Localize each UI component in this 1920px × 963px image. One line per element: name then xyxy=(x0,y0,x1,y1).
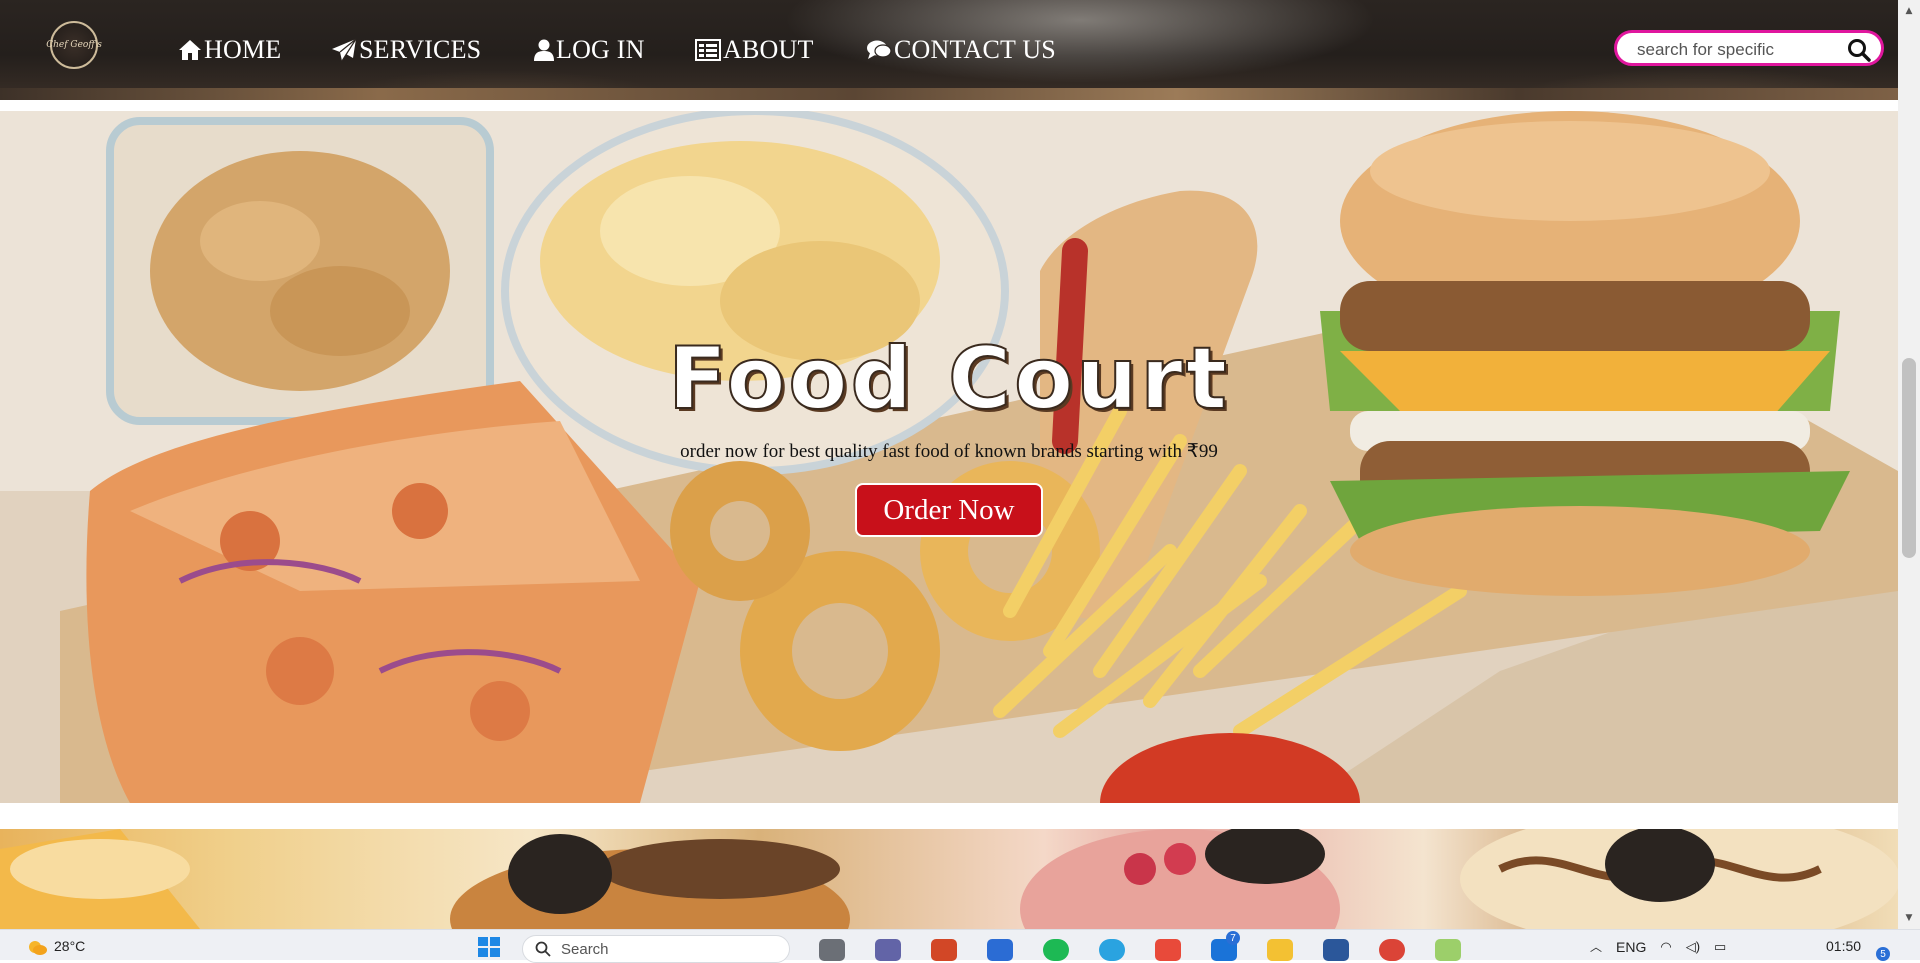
dessert-image xyxy=(0,829,1898,929)
nav-item-about[interactable]: ABOUT xyxy=(695,33,814,67)
nav-item-contact[interactable]: CONTACT US xyxy=(866,33,1056,67)
diamond-app-icon xyxy=(1155,939,1181,961)
taskbar-app-word[interactable] xyxy=(1314,935,1358,961)
nav-item-login[interactable]: LOG IN xyxy=(534,33,645,67)
taskbar-app-spotify[interactable] xyxy=(1034,935,1078,961)
clock-time[interactable]: 01:50 xyxy=(1826,938,1861,954)
nav-item-services-label: SERVICES xyxy=(359,35,482,64)
nav-item-services[interactable]: SERVICES xyxy=(331,33,481,67)
nav-item-login-label: LOG IN xyxy=(556,35,645,64)
battery-icon[interactable]: ▭ xyxy=(1714,939,1726,955)
weather-widget[interactable]: 28°C xyxy=(26,936,85,956)
taskbar-search-icon xyxy=(535,941,551,957)
taskbar-app-powerpoint[interactable] xyxy=(922,935,966,961)
mail-badge: 7 xyxy=(1226,931,1240,945)
weather-temperature: 28°C xyxy=(54,938,86,954)
nav-item-home[interactable]: HOME xyxy=(178,33,281,67)
scroll-down-arrow-icon[interactable]: ▼ xyxy=(1898,909,1920,927)
taskbar-app-telegram[interactable] xyxy=(1090,935,1134,961)
taskbar-app-file-explorer[interactable] xyxy=(1258,935,1302,961)
taskbar-app-diamond[interactable] xyxy=(1146,935,1190,961)
order-now-button[interactable]: Order Now xyxy=(855,483,1043,537)
app-icon xyxy=(1435,939,1461,961)
windows-taskbar: 28°C Search 7 ︿ ENG ◠ ◁) ▭ 01:50 5 xyxy=(0,929,1920,963)
search-icon[interactable] xyxy=(1847,38,1871,62)
dessert-banner xyxy=(0,829,1898,929)
hero-banner: Food Court order now for best quality fa… xyxy=(0,111,1898,803)
chat-icon xyxy=(867,40,892,59)
volume-icon[interactable]: ◁) xyxy=(1686,939,1700,955)
spotify-icon xyxy=(1043,939,1069,961)
top-navbar: Chef Geoff's HOME SERVICES LOG IN ABOUT xyxy=(0,0,1898,100)
navbar-bottom-border xyxy=(0,88,1898,100)
teams-icon xyxy=(875,939,901,961)
taskbar-app-chrome[interactable] xyxy=(1370,935,1414,961)
brand-logo[interactable]: Chef Geoff's xyxy=(46,21,102,69)
user-icon xyxy=(534,39,554,61)
telegram-icon xyxy=(1099,939,1125,961)
weather-sun-icon xyxy=(29,941,47,955)
taskbar-apps: 7 xyxy=(810,931,1470,961)
hero-title: Food Court xyxy=(667,328,1230,430)
brand-logo-text: Chef Geoff's xyxy=(46,39,102,50)
task-view-icon xyxy=(819,939,845,961)
nav-item-home-label: HOME xyxy=(204,35,282,64)
taskbar-app-store[interactable] xyxy=(978,935,1022,961)
taskbar-app-task-view[interactable] xyxy=(810,935,854,961)
hero-subtitle: order now for best quality fast food of … xyxy=(680,441,1218,462)
system-tray: ︿ ENG ◠ ◁) ▭ xyxy=(1590,938,1726,955)
windows-start-icon[interactable] xyxy=(476,936,502,958)
taskbar-app-teams[interactable] xyxy=(866,935,910,961)
chrome-icon xyxy=(1379,939,1405,961)
search-input[interactable] xyxy=(1635,37,1845,63)
powerpoint-icon xyxy=(931,939,957,961)
nav-item-contact-label: CONTACT US xyxy=(894,35,1056,64)
taskbar-search[interactable]: Search xyxy=(522,935,790,963)
wifi-icon[interactable]: ◠ xyxy=(1660,939,1671,955)
home-icon xyxy=(179,40,201,60)
store-icon xyxy=(987,939,1013,961)
notification-badge[interactable]: 5 xyxy=(1876,947,1890,961)
page-scrollbar[interactable]: ▲ ▼ xyxy=(1898,0,1920,929)
language-indicator[interactable]: ENG xyxy=(1616,939,1646,955)
word-icon xyxy=(1323,939,1349,961)
search-box xyxy=(1614,30,1884,66)
paper-plane-icon xyxy=(332,38,357,62)
taskbar-search-label: Search xyxy=(561,940,609,958)
taskbar-app-mail[interactable]: 7 xyxy=(1202,931,1246,961)
list-icon xyxy=(695,39,721,61)
nav-item-about-label: ABOUT xyxy=(723,35,814,64)
chevron-up-icon[interactable]: ︿ xyxy=(1590,938,1602,955)
scrollbar-thumb[interactable] xyxy=(1902,358,1916,558)
taskbar-app-other[interactable] xyxy=(1426,935,1470,961)
scroll-up-arrow-icon[interactable]: ▲ xyxy=(1898,2,1920,20)
folder-icon xyxy=(1267,939,1293,961)
